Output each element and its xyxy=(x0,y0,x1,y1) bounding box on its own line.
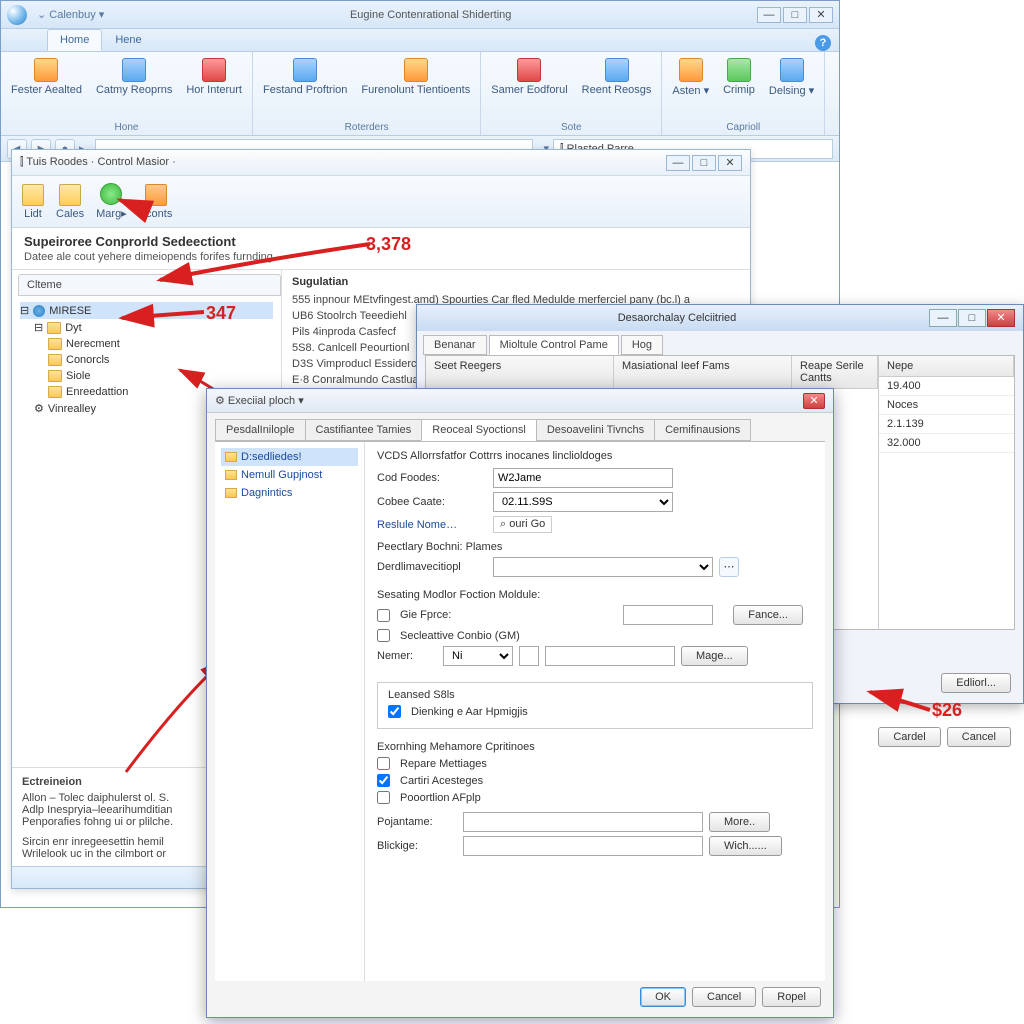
cancel-button[interactable]: Cancel xyxy=(692,987,756,1007)
fance-button[interactable]: Fance... xyxy=(733,605,803,625)
rib-delsing[interactable]: Delsing ▾ xyxy=(765,56,818,120)
reslule-chip[interactable]: ⌕ ouri Go xyxy=(493,516,552,533)
aux-min[interactable]: — xyxy=(929,309,957,327)
child-toolbar: Lidt Cales Marg▸ Sconts xyxy=(12,176,750,228)
dlg-tab-3[interactable]: Desoavelini Tivnchs xyxy=(536,419,655,441)
ropel-button[interactable]: Ropel xyxy=(762,987,821,1007)
window-title: Eugine Contenrational Shiderting xyxy=(104,9,757,21)
aux-edit-button[interactable]: Edliorl... xyxy=(941,673,1011,693)
cobe-caate-select[interactable]: 02.11.S9S xyxy=(493,492,673,512)
main-titlebar: ⌄ Calenbuy ▾ Eugine Contenrational Shide… xyxy=(1,1,839,29)
reslule-link[interactable]: Reslule Nome… xyxy=(377,519,487,531)
cartiri-check[interactable] xyxy=(377,774,390,787)
maximize-button[interactable]: □ xyxy=(783,7,807,23)
tree-mirese[interactable]: ⊟MIRESE xyxy=(20,302,273,319)
close-button[interactable]: ✕ xyxy=(809,7,833,23)
aux-tab-1[interactable]: Mioltule Control Pame xyxy=(489,335,619,355)
tree-dyt[interactable]: ⊟Dyt xyxy=(20,319,273,336)
help-icon[interactable]: ? xyxy=(815,35,831,51)
properties-dialog: ⚙ Execiial ploch ▾ ✕ PesdalInilople Cast… xyxy=(206,388,834,1018)
mage-button[interactable]: Mage... xyxy=(681,646,748,666)
dlg-sidebar: D:sedliedes! Nemull Gupjnost Dagnintics xyxy=(215,442,365,981)
rib-fester[interactable]: Fester Aealted xyxy=(7,56,86,120)
nemer-num[interactable] xyxy=(519,646,539,666)
tb-lidt[interactable]: Lidt xyxy=(22,184,44,220)
tb-marg[interactable]: Marg▸ xyxy=(96,183,127,220)
tab-hene[interactable]: Hene xyxy=(102,29,154,51)
tb-cales[interactable]: Cales xyxy=(56,184,84,220)
child-sub: Datee ale cout yehere dimeiopends forife… xyxy=(24,251,738,263)
app-orb-icon[interactable] xyxy=(7,5,27,25)
gie-fprce-input[interactable] xyxy=(623,605,713,625)
aux-val-1: Noces xyxy=(879,396,926,414)
dlg-side-1[interactable]: Nemull Gupjnost xyxy=(221,466,358,484)
pojantame-input[interactable] xyxy=(463,812,703,832)
child-max[interactable]: □ xyxy=(692,155,716,171)
blickige-input[interactable] xyxy=(463,836,703,856)
minimize-button[interactable]: — xyxy=(757,7,781,23)
dlg-tab-4[interactable]: Cemifinausions xyxy=(654,419,751,441)
tb-sconts[interactable]: Sconts xyxy=(139,184,173,220)
aux-cardel-button[interactable]: Cardel xyxy=(878,727,940,747)
tree-siole[interactable]: Siole xyxy=(20,368,273,384)
aux-cancel-button[interactable]: Cancel xyxy=(947,727,1011,747)
rib-catmy[interactable]: Catmy Reoprns xyxy=(92,56,176,120)
repare-check[interactable] xyxy=(377,757,390,770)
dlg-side-2[interactable]: Dagnintics xyxy=(221,484,358,502)
child-titlebar: ⫿ Tuis Roodes · Control Masior · — □ ✕ xyxy=(12,150,750,176)
dlg-titlebar: ⚙ Execiial ploch ▾ ✕ xyxy=(207,389,833,413)
dlg-form: VCDS Allorrsfatfor Cottrrs inocanes linc… xyxy=(365,442,825,981)
dlg-tab-1[interactable]: Castifiantee Tamies xyxy=(305,419,423,441)
ok-button[interactable]: OK xyxy=(640,987,686,1007)
rib-furenolunt[interactable]: Furenolunt Tientioents xyxy=(357,56,474,120)
ribbon: Fester Aealted Catmy Reoprns Hor Interur… xyxy=(1,52,839,136)
aux-col-1[interactable]: Masiational Ieef Fams xyxy=(614,356,792,388)
derdim-select[interactable] xyxy=(493,557,713,577)
child-min[interactable]: — xyxy=(666,155,690,171)
wich-button[interactable]: Wich...... xyxy=(709,836,782,856)
left-tab[interactable]: Clteme xyxy=(18,274,281,296)
aux-col-2[interactable]: Reape Serile Cantts xyxy=(792,356,878,388)
aux-close[interactable]: ✕ xyxy=(987,309,1015,327)
aux-val-2: 2.1.139 xyxy=(879,415,932,433)
nemer-text[interactable] xyxy=(545,646,675,666)
rib-asten[interactable]: Asten ▾ xyxy=(668,56,713,120)
child-title: ⫿ Tuis Roodes · Control Masior · xyxy=(20,156,176,169)
dlg-tab-2[interactable]: Reoceal Syoctionsl xyxy=(421,419,537,441)
rib-festand[interactable]: Festand Proftrion xyxy=(259,56,351,120)
dienking-check[interactable] xyxy=(388,705,401,718)
child-close[interactable]: ✕ xyxy=(718,155,742,171)
dlg-header-text: VCDS Allorrsfatfor Cottrrs inocanes linc… xyxy=(377,450,813,462)
aux-titlebar: Desaorchalay Celciitried — □ ✕ xyxy=(417,305,1023,331)
dlg-close-icon[interactable]: ✕ xyxy=(803,393,825,409)
aux-col-0[interactable]: Seet Reegers xyxy=(426,356,614,388)
derdim-browse-icon[interactable]: ⋯ xyxy=(719,557,739,577)
rib-hor[interactable]: Hor Interurt xyxy=(182,56,246,120)
aux-val-0: 19.400 xyxy=(879,377,929,395)
secleattive-check[interactable] xyxy=(377,629,390,642)
dlg-side-0[interactable]: D:sedliedes! xyxy=(221,448,358,466)
aux-side-head[interactable]: Nepe xyxy=(879,356,1014,376)
aux-tab-2[interactable]: Hog xyxy=(621,335,663,355)
pooortlion-check[interactable] xyxy=(377,791,390,804)
quick-access[interactable]: ⌄ Calenbuy ▾ xyxy=(37,8,104,21)
tree-conorcls[interactable]: Conorcls xyxy=(20,352,273,368)
tree-nerecment[interactable]: Nerecment xyxy=(20,336,273,352)
gie-fprce-check[interactable] xyxy=(377,609,390,622)
aux-max[interactable]: □ xyxy=(958,309,986,327)
aux-tab-0[interactable]: Benanar xyxy=(423,335,487,355)
aux-val-3: 32.000 xyxy=(879,434,929,452)
child-heading: Supeiroree Conprorld Sedeectiont xyxy=(24,234,738,249)
dlg-tab-0[interactable]: PesdalInilople xyxy=(215,419,306,441)
ribbon-tabs: Home Hene xyxy=(1,29,839,52)
tab-home[interactable]: Home xyxy=(47,29,102,51)
more-button[interactable]: More.. xyxy=(709,812,770,832)
rib-samer[interactable]: Samer Eodforul xyxy=(487,56,571,120)
cod-foodes-input[interactable] xyxy=(493,468,673,488)
rib-reent[interactable]: Reent Reosgs xyxy=(578,56,656,120)
rib-crimip[interactable]: Crimip xyxy=(719,56,759,120)
nemer-select[interactable]: Ni xyxy=(443,646,513,666)
